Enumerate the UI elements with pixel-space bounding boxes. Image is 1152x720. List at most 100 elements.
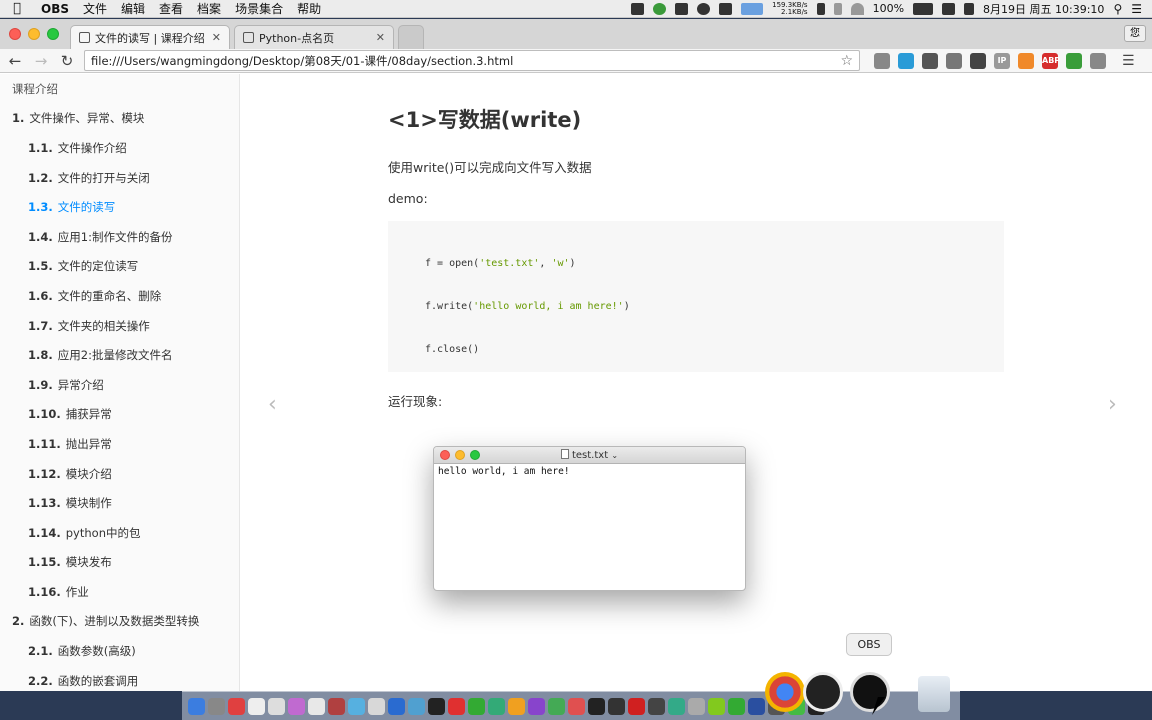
next-page-icon[interactable]: › [1108, 392, 1117, 417]
menu-edit[interactable]: 编辑 [114, 0, 152, 17]
dock-app-icon[interactable] [188, 697, 205, 715]
battery-percent[interactable]: 100% [873, 2, 904, 15]
tray-memory-icon[interactable] [816, 2, 825, 15]
dock-app-icon[interactable] [368, 697, 385, 715]
dock-app-icon[interactable] [408, 697, 425, 715]
minimize-window-button[interactable] [28, 28, 40, 40]
dock-app-icon[interactable] [708, 697, 725, 715]
toc-item[interactable]: 1.9. 异常介绍 [0, 370, 239, 400]
close-window-button[interactable] [9, 28, 21, 40]
battery-icon[interactable] [913, 2, 934, 15]
qr-ext-icon[interactable] [922, 52, 938, 69]
close-tab-icon[interactable]: ✕ [376, 31, 385, 44]
orange-ext-icon[interactable] [1018, 52, 1034, 69]
trash-dock-icon[interactable] [918, 676, 950, 712]
toc-item[interactable]: 1.10. 捕获异常 [0, 400, 239, 430]
dock-app-icon[interactable] [548, 697, 565, 715]
cube-ext-icon[interactable] [946, 52, 962, 69]
dock-app-icon[interactable] [668, 697, 685, 715]
menu-scene-collection[interactable]: 场景集合 [228, 0, 290, 17]
globe-ext-icon[interactable] [1090, 52, 1106, 69]
toc-item[interactable]: 1.7. 文件夹的相关操作 [0, 311, 239, 341]
zoom-window-button[interactable] [47, 28, 59, 40]
green-ext-icon[interactable] [1066, 52, 1082, 69]
toc-item[interactable]: 1.13. 模块制作 [0, 488, 239, 518]
menu-file[interactable]: 文件 [76, 0, 114, 17]
dock-app-icon[interactable] [588, 697, 605, 715]
profile-button[interactable]: 您 [1124, 25, 1146, 42]
menu-help[interactable]: 帮助 [290, 0, 328, 17]
menu-view[interactable]: 查看 [152, 0, 190, 17]
notification-center-icon[interactable]: ☰ [1131, 2, 1142, 16]
forward-icon[interactable]: → [32, 52, 50, 70]
tray-s-icon[interactable] [942, 2, 956, 15]
menu-profile[interactable]: 档案 [190, 0, 228, 17]
dock-app-icon[interactable] [728, 697, 745, 715]
dock-app-icon[interactable] [488, 697, 505, 715]
toc-item[interactable]: 1.11. 抛出异常 [0, 429, 239, 459]
menu-icon[interactable]: ☰ [1122, 53, 1135, 69]
tray-monitor-icon[interactable] [719, 2, 733, 15]
volume-icon[interactable] [964, 2, 975, 15]
address-bar[interactable]: ☆ [84, 50, 860, 71]
shield-ext-icon[interactable] [898, 52, 914, 69]
reload-icon[interactable]: ↻ [58, 52, 76, 70]
dock-app-icon[interactable] [248, 697, 265, 715]
menu-app-name[interactable]: OBS [34, 2, 76, 16]
tray-network-icon[interactable] [675, 2, 689, 15]
mail-ext-icon[interactable] [874, 52, 890, 69]
toc-item[interactable]: 2.2. 函数的嵌套调用 [0, 666, 239, 691]
apple-icon[interactable]:  [0, 1, 34, 16]
bluetooth-icon[interactable] [833, 2, 842, 15]
dock-app-icon[interactable] [328, 697, 345, 715]
toc-course-intro[interactable]: 课程介绍 [0, 74, 239, 104]
obs-dock-icon[interactable] [850, 672, 890, 712]
prev-page-icon[interactable]: ‹ [268, 392, 277, 417]
tab-file-read-write[interactable]: 文件的读写 | 课程介绍 ✕ [70, 25, 230, 49]
toc-item[interactable]: 2.1. 函数参数(高级) [0, 636, 239, 666]
tray-cpu-icon[interactable] [741, 2, 764, 15]
dock-app-icon[interactable] [268, 697, 285, 715]
toc-item[interactable]: 1.8. 应用2:批量修改文件名 [0, 340, 239, 370]
dock-app-icon[interactable] [748, 697, 765, 715]
dock-app-icon[interactable] [448, 697, 465, 715]
toc-item[interactable]: 1.14. python中的包 [0, 518, 239, 548]
dock-app-icon[interactable] [648, 697, 665, 715]
toc-item[interactable]: 1.4. 应用1:制作文件的备份 [0, 222, 239, 252]
close-tab-icon[interactable]: ✕ [212, 31, 221, 44]
tray-up-icon[interactable] [653, 2, 667, 15]
toc-item[interactable]: 1.3. 文件的读写 [0, 192, 239, 222]
dock-app-icon[interactable] [608, 697, 625, 715]
toc-item[interactable]: 1.12. 模块介绍 [0, 459, 239, 489]
dock-app-icon[interactable] [508, 697, 525, 715]
tray-app-icon[interactable] [631, 2, 645, 15]
url-input[interactable] [91, 53, 841, 68]
toc-item[interactable]: 1. 文件操作、异常、模块 [0, 104, 239, 134]
dock-app-icon[interactable] [528, 697, 545, 715]
dock-app-icon[interactable] [228, 697, 245, 715]
dock-app-icon[interactable] [288, 697, 305, 715]
spotlight-icon[interactable]: ⚲ [1113, 2, 1122, 16]
tab-python-roll-call[interactable]: Python-点名页 ✕ [234, 25, 394, 49]
toc-item[interactable]: 1.6. 文件的重命名、删除 [0, 281, 239, 311]
dock-app-icon[interactable] [428, 697, 445, 715]
toc-item[interactable]: 1.15. 模块发布 [0, 548, 239, 578]
dock-app-icon[interactable] [688, 697, 705, 715]
toc-item[interactable]: 1.2. 文件的打开与关闭 [0, 163, 239, 193]
dock-app-icon[interactable] [388, 697, 405, 715]
toc-item[interactable]: 1.5. 文件的定位读写 [0, 252, 239, 282]
dock-app-icon[interactable] [348, 697, 365, 715]
mask-ext-icon[interactable] [970, 52, 986, 69]
wifi-icon[interactable] [850, 2, 864, 15]
dock-app-icon[interactable] [468, 697, 485, 715]
datetime[interactable]: 8月19日 周五 10:39:10 [983, 1, 1104, 17]
ip-ext-icon[interactable]: IP [994, 52, 1010, 69]
abp-ext-icon[interactable]: ABP [1042, 52, 1060, 69]
toc-item[interactable]: 1.1. 文件操作介绍 [0, 133, 239, 163]
dock-app-icon[interactable] [308, 697, 325, 715]
new-tab-button[interactable] [398, 25, 424, 49]
dock-app-icon[interactable] [628, 697, 645, 715]
dock-app-icon[interactable] [208, 697, 225, 715]
dock-app-icon[interactable] [568, 697, 585, 715]
chrome-dock-icon[interactable] [765, 672, 805, 712]
